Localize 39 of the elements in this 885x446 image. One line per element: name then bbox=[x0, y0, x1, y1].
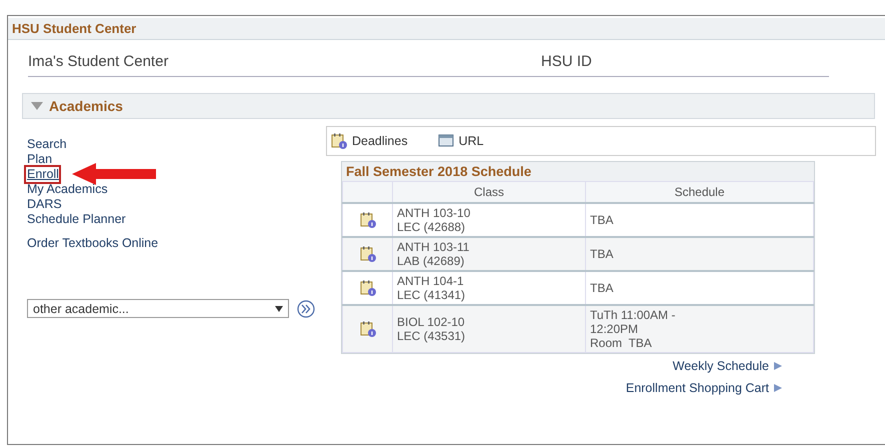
nav-link[interactable]: Schedule Planner bbox=[27, 212, 126, 227]
table-cell: BIOL 102-10 LEC (43531) bbox=[392, 305, 586, 352]
window-icon bbox=[438, 133, 454, 149]
table-cell: TBA bbox=[586, 271, 814, 305]
table-cell: TuTh 11:00AM - 12:20PM Room TBA bbox=[586, 305, 814, 352]
dropdown[interactable]: other academic... bbox=[27, 299, 289, 318]
forward-icon[interactable] bbox=[297, 300, 315, 318]
footer-link[interactable]: Enrollment Shopping Cart bbox=[626, 381, 783, 395]
calendar-icon bbox=[360, 212, 376, 228]
play-icon bbox=[773, 383, 783, 393]
table-cell: ANTH 103-10 LEC (42688) bbox=[392, 203, 586, 237]
student-id-label: HSU ID bbox=[541, 53, 592, 70]
caret-icon bbox=[275, 306, 283, 312]
student-center-title: Ima's Student Center bbox=[28, 53, 170, 70]
nav-link[interactable]: Search bbox=[27, 137, 67, 152]
toolbar-link[interactable]: URL bbox=[458, 134, 484, 148]
arrow-icon bbox=[72, 163, 156, 185]
calendar-icon bbox=[360, 246, 376, 262]
section-title: Academics bbox=[49, 98, 123, 114]
section-header[interactable]: Academics bbox=[22, 93, 875, 119]
calendar-icon bbox=[331, 133, 347, 149]
nav-link[interactable]: My Academics bbox=[27, 182, 108, 197]
nav-link[interactable]: Plan bbox=[27, 152, 52, 167]
table-cell: ANTH 103-11 LAB (42689) bbox=[392, 237, 586, 271]
toolbar-link[interactable]: Deadlines bbox=[352, 134, 408, 148]
column-header: Class bbox=[392, 182, 586, 203]
nav-link[interactable]: DARS bbox=[27, 197, 62, 212]
footer-link[interactable]: Weekly Schedule bbox=[672, 359, 783, 373]
play-icon bbox=[773, 361, 783, 371]
calendar-icon bbox=[360, 280, 376, 296]
nav-link[interactable]: Order Textbooks Online bbox=[27, 236, 158, 250]
page-title: HSU Student Center bbox=[12, 21, 136, 36]
table-cell: TBA bbox=[586, 237, 814, 271]
table-cell: TBA bbox=[586, 203, 814, 237]
schedule-title: Fall Semester 2018 Schedule bbox=[342, 162, 814, 181]
calendar-icon bbox=[360, 321, 376, 337]
nav-link[interactable]: Enroll bbox=[26, 167, 59, 182]
column-header: Schedule bbox=[586, 182, 814, 203]
table-cell: ANTH 104-1 LEC (41341) bbox=[392, 271, 586, 305]
